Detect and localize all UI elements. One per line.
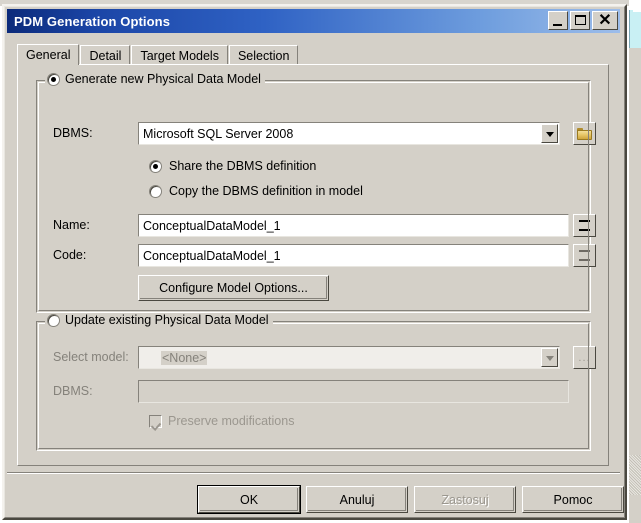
update-existing-pdm-label: Update existing Physical Data Model: [65, 313, 269, 327]
help-button-label: Pomoc: [553, 492, 593, 507]
equals-icon: [579, 220, 590, 231]
button-bar-separator: [7, 472, 620, 474]
preserve-modifications-option[interactable]: Preserve modifications: [149, 414, 294, 428]
generate-new-pdm-radio[interactable]: [47, 72, 60, 86]
cancel-button-label: Anuluj: [339, 492, 375, 507]
equals-icon: [579, 250, 590, 261]
minimize-button[interactable]: [548, 11, 568, 30]
pdm-generation-options-dialog: PDM Generation Options ✕ General Detail …: [2, 4, 627, 520]
update-dbms-input[interactable]: [138, 380, 569, 403]
close-icon: ✕: [598, 12, 612, 29]
update-existing-pdm-group: Update existing Physical Data Model Sele…: [36, 313, 596, 451]
copy-dbms-radio[interactable]: [149, 184, 162, 198]
code-value: ConceptualDataModel_1: [143, 248, 281, 263]
ok-button-label: OK: [239, 492, 259, 507]
select-model-value-text: <None>: [161, 350, 208, 365]
apply-button[interactable]: Zastosuj: [414, 486, 516, 513]
code-label: Code:: [53, 248, 87, 262]
update-existing-pdm-legend[interactable]: Update existing Physical Data Model: [45, 313, 273, 327]
tab-detail-label: Detail: [89, 48, 122, 63]
configure-model-options-button[interactable]: Configure Model Options...: [138, 275, 329, 301]
tab-general[interactable]: General: [17, 44, 80, 65]
code-equals-button[interactable]: [573, 244, 596, 267]
dbms-combobox[interactable]: Microsoft SQL Server 2008: [138, 122, 560, 145]
update-existing-pdm-radio[interactable]: [47, 313, 60, 327]
dbms-value: Microsoft SQL Server 2008: [143, 126, 294, 141]
share-dbms-label: Share the DBMS definition: [169, 159, 317, 173]
select-model-browse-button[interactable]: ...: [573, 346, 596, 369]
tab-strip: General Detail Target Models Selection: [17, 44, 609, 65]
maximize-button[interactable]: [570, 11, 590, 30]
configure-model-options-label: Configure Model Options...: [159, 281, 308, 295]
tab-target-models-label: Target Models: [140, 48, 219, 63]
ok-button[interactable]: OK: [197, 485, 301, 514]
chevron-down-icon[interactable]: [541, 348, 558, 367]
minimize-icon: [553, 24, 562, 26]
update-dbms-label: DBMS:: [53, 384, 93, 398]
generate-new-pdm-label: Generate new Physical Data Model: [65, 72, 261, 86]
generate-new-pdm-legend[interactable]: Generate new Physical Data Model: [45, 72, 265, 86]
help-button[interactable]: Pomoc: [522, 486, 624, 513]
code-input[interactable]: ConceptualDataModel_1: [138, 244, 569, 267]
share-dbms-radio[interactable]: [149, 159, 162, 173]
ellipsis-icon: ...: [578, 351, 591, 364]
maximize-icon: [575, 15, 586, 25]
window-title: PDM Generation Options: [14, 13, 171, 29]
apply-button-label: Zastosuj: [441, 492, 489, 507]
name-value: ConceptualDataModel_1: [143, 218, 281, 233]
backdrop-cyan-window: [629, 10, 641, 48]
close-button[interactable]: ✕: [592, 11, 618, 30]
select-model-combobox[interactable]: <None>: [138, 346, 560, 369]
title-bar[interactable]: PDM Generation Options ✕: [7, 9, 620, 33]
tab-page-general: Generate new Physical Data Model DBMS: M…: [17, 64, 609, 466]
select-model-value: <None>: [139, 350, 541, 365]
window-controls: ✕: [548, 11, 618, 30]
preserve-modifications-checkbox[interactable]: [149, 414, 162, 428]
name-input[interactable]: ConceptualDataModel_1: [138, 214, 569, 237]
select-model-label: Select model:: [53, 350, 129, 364]
backdrop-white-patch: [633, 0, 641, 12]
backdrop-scrollbar-track: [629, 455, 641, 495]
tab-general-label: General: [26, 48, 71, 62]
name-label: Name:: [53, 218, 90, 232]
cancel-button[interactable]: Anuluj: [306, 486, 408, 513]
name-equals-button[interactable]: [573, 214, 596, 237]
dbms-label: DBMS:: [53, 126, 93, 140]
chevron-down-icon[interactable]: [541, 124, 558, 143]
generate-new-pdm-group: Generate new Physical Data Model DBMS: M…: [36, 72, 596, 313]
preserve-modifications-label: Preserve modifications: [168, 414, 295, 428]
tab-detail[interactable]: Detail: [80, 45, 131, 65]
backdrop-right-strip: [629, 48, 641, 523]
dialog-button-bar: OK Anuluj Zastosuj Pomoc: [4, 472, 625, 518]
share-dbms-option[interactable]: Share the DBMS definition: [149, 159, 316, 173]
folder-icon: [577, 127, 592, 140]
copy-dbms-label: Copy the DBMS definition in model: [169, 184, 363, 198]
tab-selection[interactable]: Selection: [228, 45, 299, 65]
dbms-browse-button[interactable]: [573, 122, 596, 145]
tab-selection-label: Selection: [237, 48, 290, 63]
copy-dbms-option[interactable]: Copy the DBMS definition in model: [149, 184, 363, 198]
tab-target-models[interactable]: Target Models: [131, 45, 228, 65]
